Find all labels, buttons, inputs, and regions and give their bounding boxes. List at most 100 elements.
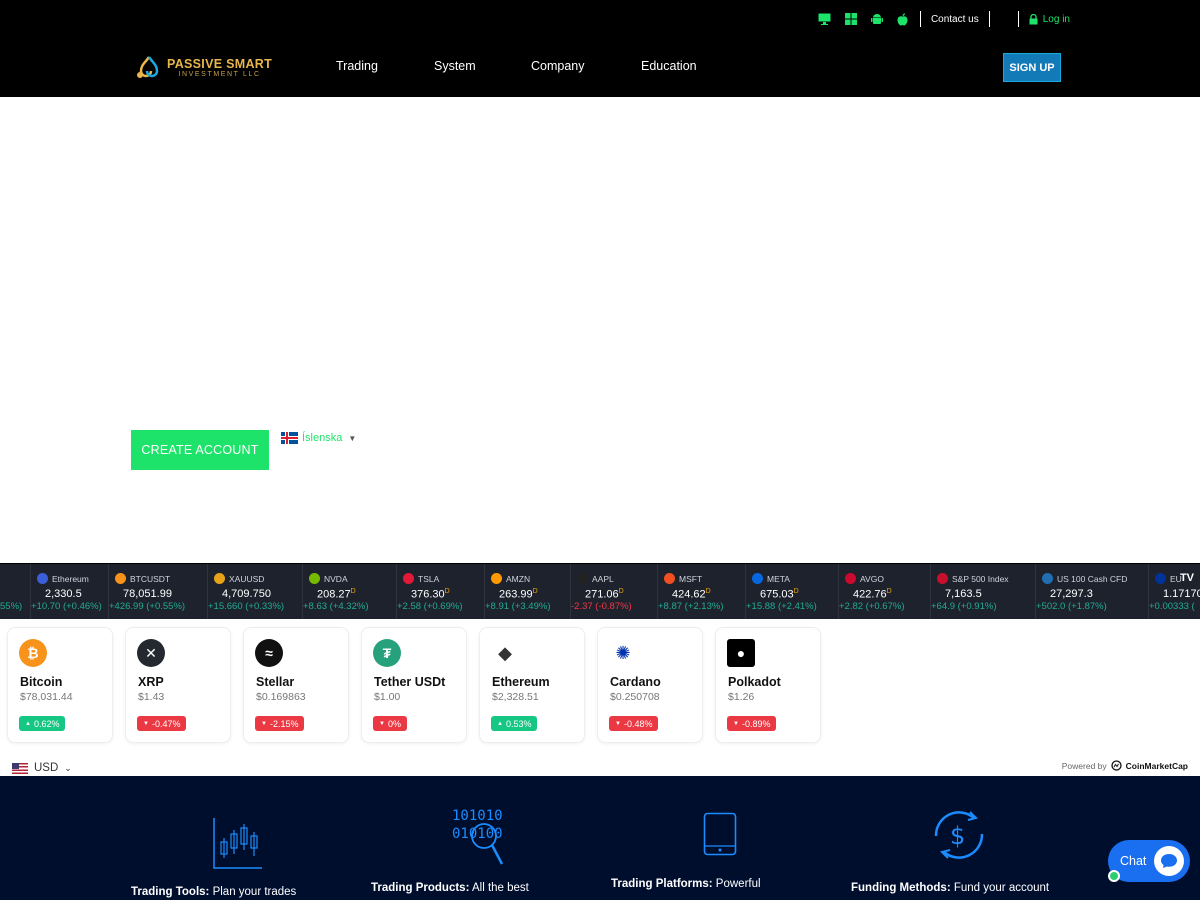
ticker-item[interactable]: AVGO 422.76D +2.82 (+0.67%) — [838, 564, 930, 619]
crypto-card[interactable]: ₿ Bitcoin $78,031.44 ▲ 0.62% — [7, 627, 113, 743]
crypto-card[interactable]: ✺ Cardano $0.250708 ▼ -0.48% — [597, 627, 703, 743]
ticker-logo-icon — [1155, 573, 1166, 584]
ticker-change: +2.58 (+0.69%) — [397, 601, 463, 612]
ticker-logo-icon — [937, 573, 948, 584]
currency-label: USD — [34, 762, 59, 774]
ticker-logo-icon — [491, 573, 502, 584]
tablet-icon — [703, 812, 737, 856]
coin-change-badge: ▼ 0% — [373, 716, 407, 731]
ticker-logo-icon — [309, 573, 320, 584]
divider — [919, 11, 921, 27]
crypto-card[interactable]: ₮ Tether USDt $1.00 ▼ 0% — [361, 627, 467, 743]
coin-logo-icon: ₿ — [19, 639, 47, 667]
ticker-tape[interactable]: 55%) Ethereum 2,330.5 +10.70 (+0.46%) BTCUS… — [0, 563, 1200, 619]
nav-company[interactable]: Company — [531, 59, 585, 73]
tradingview-logo-icon[interactable]: TV — [1180, 572, 1194, 584]
coin-price: $78,031.44 — [20, 691, 73, 703]
login-link[interactable]: Log in — [1029, 13, 1070, 25]
ticker-item[interactable]: AAPL 271.06D -2.37 (-0.87%) — [570, 564, 657, 619]
signup-button[interactable]: SIGN UP — [1003, 53, 1061, 82]
ticker-change: 55%) — [0, 601, 23, 612]
triangle-up-icon: ▲ — [497, 720, 503, 727]
ticker-logo-icon — [752, 573, 763, 584]
create-account-button[interactable]: CREATE ACCOUNT — [131, 430, 269, 470]
caret-down-icon: ▼ — [348, 433, 357, 443]
coin-change-badge: ▼ -2.15% — [255, 716, 305, 731]
svg-text:101010: 101010 — [452, 808, 503, 824]
ticker-symbol-row: AMZN — [491, 573, 530, 584]
android-icon[interactable] — [870, 12, 884, 26]
chat-bubble-icon — [1154, 846, 1184, 876]
ticker-symbol-row: AAPL — [577, 573, 614, 584]
ticker-change: +8.63 (+4.32%) — [303, 601, 369, 612]
nav-education[interactable]: Education — [641, 59, 697, 73]
ticker-symbol-row: US 100 Cash CFD — [1042, 573, 1127, 584]
ticker-item[interactable]: NVDA 208.27D +8.63 (+4.32%) — [302, 564, 396, 619]
ticker-item[interactable]: AMZN 263.99D +8.91 (+3.49%) — [484, 564, 570, 619]
ticker-item[interactable]: BTCUSDT 78,051.99 +426.99 (+0.55%) — [108, 564, 207, 619]
feature-title: Funding Methods: Fund your account — [851, 882, 1050, 894]
ticker-logo-icon — [845, 573, 856, 584]
site-header: Contact us Log in PASSIVE SMART INVESTME… — [0, 0, 1200, 97]
currency-selector[interactable]: USD ⌄ — [12, 762, 72, 774]
chat-widget-button[interactable]: Chat — [1108, 840, 1190, 882]
ticker-item-partial[interactable]: 55%) — [0, 564, 30, 619]
brand-logo[interactable]: PASSIVE SMART INVESTMENT LLC — [135, 55, 272, 81]
ticker-price: 424.62D — [672, 588, 711, 601]
ticker-logo-icon — [577, 573, 588, 584]
desktop-icon[interactable] — [818, 12, 832, 26]
ticker-logo-icon — [214, 573, 225, 584]
ticker-item[interactable]: MSFT 424.62D +8.87 (+2.13%) — [657, 564, 745, 619]
ticker-symbol-row: XAUUSD — [214, 573, 264, 584]
crypto-card[interactable]: ✕ XRP $1.43 ▼ -0.47% — [125, 627, 231, 743]
nav-system[interactable]: System — [434, 59, 476, 73]
nav-trading[interactable]: Trading — [336, 59, 378, 73]
delayed-marker: D — [532, 588, 538, 595]
ticker-logo-icon — [37, 573, 48, 584]
divider — [988, 11, 990, 27]
contact-us-link[interactable]: Contact us — [931, 14, 979, 25]
coin-name: Tether USDt — [374, 675, 446, 689]
coin-logo-icon: ≈ — [255, 639, 283, 667]
triangle-down-icon: ▼ — [615, 720, 621, 727]
ticker-item[interactable]: META 675.03D +15.88 (+2.41%) — [745, 564, 838, 619]
powered-by[interactable]: Powered by CoinMarketCap — [1062, 760, 1188, 771]
coin-change-badge: ▲ 0.62% — [19, 716, 66, 731]
ticker-symbol: AVGO — [860, 573, 884, 584]
coin-price: $1.00 — [374, 691, 401, 703]
ticker-price: 376.30D — [411, 588, 450, 601]
language-selector[interactable]: Íslenska ▼ — [281, 432, 356, 444]
delayed-marker: D — [618, 588, 624, 595]
ticker-symbol-row: S&P 500 Index — [937, 573, 1009, 584]
ticker-item[interactable]: US 100 Cash CFD 27,297.3 +502.0 (+1.87%) — [1035, 564, 1148, 619]
ticker-item[interactable]: XAUUSD 4,709.750 +15.660 (+0.33%) — [207, 564, 302, 619]
login-label: Log in — [1042, 13, 1070, 25]
brand-name: PASSIVE SMART — [167, 56, 273, 71]
ticker-symbol: META — [767, 573, 790, 584]
ticker-price: 78,051.99 — [123, 588, 172, 600]
crypto-card[interactable]: ◆ Ethereum $2,328.51 ▲ 0.53% — [479, 627, 585, 743]
ticker-price: 675.03D — [760, 588, 799, 601]
apple-icon[interactable] — [896, 12, 910, 26]
coin-name: Ethereum — [492, 675, 550, 689]
triangle-up-icon: ▲ — [25, 720, 31, 727]
crypto-card[interactable]: ≈ Stellar $0.169863 ▼ -2.15% — [243, 627, 349, 743]
candlestick-chart-icon — [213, 818, 262, 869]
ticker-item[interactable]: Ethereum 2,330.5 +10.70 (+0.46%) — [30, 564, 108, 619]
crypto-card[interactable]: ● Polkadot $1.26 ▼ -0.89% — [715, 627, 821, 743]
windows-icon[interactable] — [844, 12, 858, 26]
ticker-symbol-row: META — [752, 573, 790, 584]
dollar-exchange-icon: $ — [934, 811, 984, 859]
ticker-logo-icon — [115, 573, 126, 584]
ticker-change: +0.00333 ( — [1149, 601, 1195, 612]
coin-name: Cardano — [610, 675, 661, 689]
ticker-item[interactable]: S&P 500 Index 7,163.5 +64.9 (+0.91%) — [930, 564, 1035, 619]
ticker-item[interactable]: TSLA 376.30D +2.58 (+0.69%) — [396, 564, 484, 619]
delayed-marker: D — [444, 588, 450, 595]
ticker-price: 27,297.3 — [1050, 588, 1093, 600]
ticker-symbol: XAUUSD — [229, 573, 265, 584]
ticker-change: -2.37 (-0.87%) — [571, 601, 632, 612]
coin-logo-icon: ✕ — [137, 639, 165, 667]
ticker-symbol: US 100 Cash CFD — [1057, 573, 1128, 584]
ticker-change: +15.660 (+0.33%) — [208, 601, 285, 612]
